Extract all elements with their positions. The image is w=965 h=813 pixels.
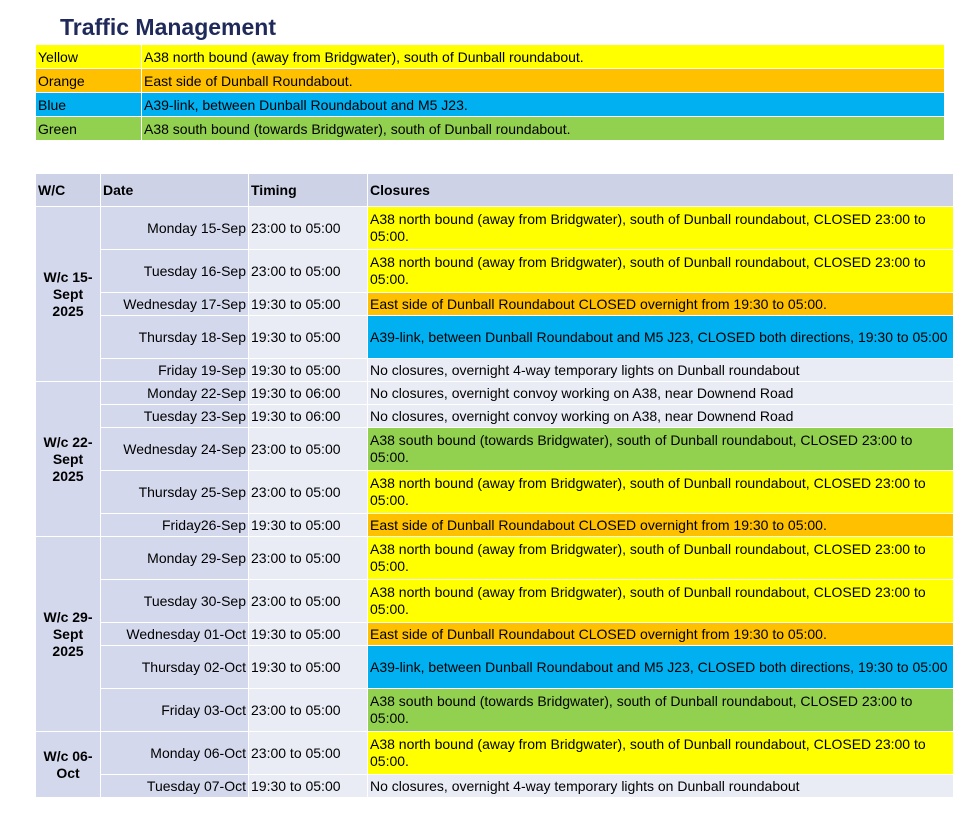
table-row: Tuesday 07-Oct 19:30 to 05:00 No closures,… [36,774,954,798]
date-cell: Wednesday 24-Sep [100,427,249,471]
legend-color-name: Blue [35,92,142,117]
timing-cell: 23:00 to 05:00 [248,249,368,293]
week-commencing-cell: W/c 06- Oct [35,731,101,798]
closure-cell: A38 north bound (away from Bridgwater), … [367,731,954,775]
header-wc: W/C [35,173,101,207]
date-cell: Friday 03-Oct [100,688,249,732]
date-cell: Thursday 25-Sep [100,470,249,514]
date-cell: Wednesday 17-Sep [100,292,249,316]
closure-cell: A38 south bound (towards Bridgwater), so… [367,688,954,732]
legend-description: East side of Dunball Roundabout. [141,68,945,93]
week-commencing-cell: W/c 22- Sept 2025 [35,381,101,537]
table-row: W/c 22- Sept 2025 Monday 22-Sep 19:30 to 0… [35,381,954,537]
timing-cell: 19:30 to 06:00 [248,404,368,428]
timing-cell: 23:00 to 05:00 [248,688,368,732]
date-cell: Tuesday 30-Sep [100,579,249,623]
closure-cell: A38 north bound (away from Bridgwater), … [367,206,954,250]
table-row: W/c 15- Sept 2025 Monday 15-Sep 23:00 to 0… [35,206,954,382]
timing-cell: 23:00 to 05:00 [248,206,368,250]
table-row: Friday 19-Sep 19:30 to 05:00 No closures, … [36,358,954,382]
date-cell: Tuesday 23-Sep [100,404,249,428]
legend-color-name: Yellow [35,44,142,69]
closure-cell: A39-link, between Dunball Roundabout and… [367,645,954,689]
header-date: Date [100,173,249,207]
date-cell: Wednesday 01-Oct [100,622,249,646]
closure-cell: No closures, overnight convoy working on… [367,404,954,428]
timing-cell: 19:30 to 05:00 [248,513,368,537]
date-cell: Monday 06-Oct [100,731,249,775]
legend-description: A38 south bound (towards Bridgwater), so… [141,116,945,141]
timing-cell: 23:00 to 05:00 [248,427,368,471]
date-cell: Thursday 02-Oct [100,645,249,689]
closure-cell: No closures, overnight 4-way temporary l… [367,774,954,798]
table-row: Friday 03-Oct 23:00 to 05:00 A38 south bou… [36,688,954,732]
table-row: Wednesday 17-Sep 19:30 to 05:00 East side … [36,292,954,316]
date-cell: Tuesday 16-Sep [100,249,249,293]
date-cell: Friday 19-Sep [100,358,249,382]
date-cell: Tuesday 07-Oct [100,774,249,798]
table-row: Thursday 25-Sep 23:00 to 05:00 A38 north b… [36,470,954,514]
date-cell: Friday26-Sep [100,513,249,537]
table-row: Thursday 18-Sep 19:30 to 05:00 A39-link, b… [36,315,954,359]
closure-cell: A38 north bound (away from Bridgwater), … [367,536,954,580]
closure-cell: A38 north bound (away from Bridgwater), … [367,579,954,623]
closure-cell: A39-link, between Dunball Roundabout and… [367,315,954,359]
timing-cell: 19:30 to 05:00 [248,622,368,646]
closure-cell: East side of Dunball Roundabout CLOSED o… [367,513,954,537]
timing-cell: 19:30 to 05:00 [248,358,368,382]
timing-cell: 23:00 to 05:00 [248,731,368,775]
timing-cell: 19:30 to 05:00 [248,292,368,316]
closure-cell: East side of Dunball Roundabout CLOSED o… [367,622,954,646]
timing-cell: 19:30 to 05:00 [248,774,368,798]
legend-color-name: Orange [35,68,142,93]
timing-cell: 19:30 to 05:00 [248,645,368,689]
date-cell: Monday 15-Sep [100,206,249,250]
color-legend-table: Yellow A38 north bound (away from Bridgwa… [35,44,945,141]
table-row: Friday26-Sep 19:30 to 05:00 East side of D… [36,513,954,537]
timing-cell: 23:00 to 05:00 [248,470,368,514]
table-row: W/c 29- Sept 2025 Monday 29-Sep 23:00 to 0… [35,536,954,732]
timing-cell: 19:30 to 06:00 [248,381,368,405]
date-cell: Thursday 18-Sep [100,315,249,359]
date-cell: Monday 29-Sep [100,536,249,580]
header-timing: Timing [248,173,368,207]
closure-cell: A38 north bound (away from Bridgwater), … [367,249,954,293]
timing-cell: 23:00 to 05:00 [248,536,368,580]
table-row: Tuesday 30-Sep 23:00 to 05:00 A38 north bo… [36,579,954,623]
date-cell: Monday 22-Sep [100,381,249,405]
table-row: Tuesday 23-Sep 19:30 to 06:00 No closures,… [36,404,954,428]
table-row: Wednesday 01-Oct 19:30 to 05:00 East side … [36,622,954,646]
closure-cell: No closures, overnight 4-way temporary l… [367,358,954,382]
table-row: Wednesday 24-Sep 23:00 to 05:00 A38 south … [36,427,954,471]
page-title: Traffic Management [60,14,276,40]
legend-description: A38 north bound (away from Bridgwater), … [141,44,945,69]
week-commencing-cell: W/c 15- Sept 2025 [35,206,101,382]
header-closures: Closures [367,173,954,207]
timing-cell: 23:00 to 05:00 [248,579,368,623]
legend-row: Blue A39-link, between Dunball Roundabout… [35,92,945,117]
closure-cell: A38 south bound (towards Bridgwater), so… [367,427,954,471]
closure-schedule-table: W/C Date Timing Closures W/c 15- Sept 20… [35,173,954,798]
legend-description: A39-link, between Dunball Roundabout and… [141,92,945,117]
closure-cell: A38 north bound (away from Bridgwater), … [367,470,954,514]
closure-cell: No closures, overnight convoy working on… [367,381,954,405]
table-row: Tuesday 16-Sep 23:00 to 05:00 A38 north bo… [36,249,954,293]
table-header-row: W/C Date Timing Closures [35,173,954,207]
legend-row: Green A38 south bound (towards Bridgwater… [35,116,945,141]
week-commencing-cell: W/c 29- Sept 2025 [35,536,101,732]
legend-color-name: Green [35,116,142,141]
closure-cell: East side of Dunball Roundabout CLOSED o… [367,292,954,316]
timing-cell: 19:30 to 05:00 [248,315,368,359]
legend-row: Orange East side of Dunball Roundabout. [35,68,945,93]
table-row: Thursday 02-Oct 19:30 to 05:00 A39-link, b… [36,645,954,689]
table-row: W/c 06- Oct Monday 06-Oct 23:00 to 05:00 A3… [35,731,954,798]
legend-row: Yellow A38 north bound (away from Bridgwa… [35,44,945,69]
